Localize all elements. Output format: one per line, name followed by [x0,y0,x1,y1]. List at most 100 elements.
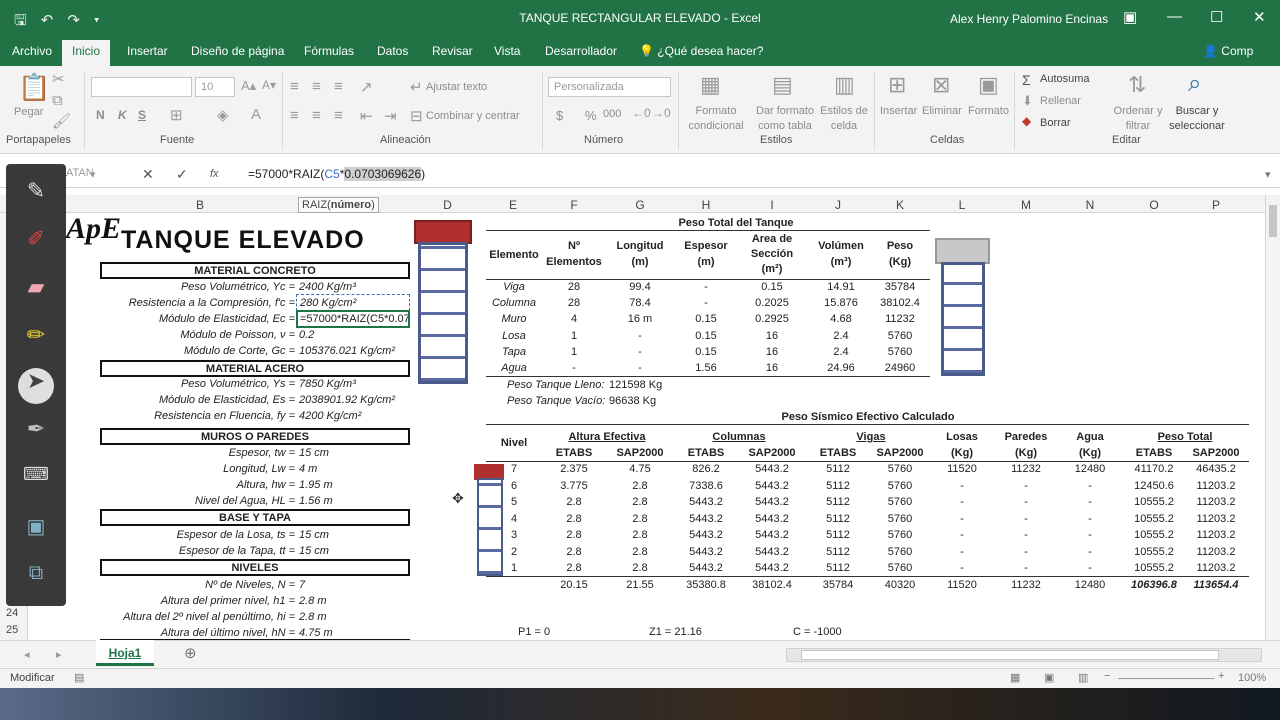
align-middle-icon[interactable]: ≡ [312,78,321,95]
sismico-cell[interactable]: 5112 [805,513,871,525]
sismico-cell[interactable]: 5760 [871,496,929,508]
section-concreto[interactable]: MATERIAL CONCRETO [100,262,410,279]
sort-filter-label-1[interactable]: Ordenar y [1110,105,1166,117]
font-size-combo[interactable]: 10 [195,77,235,97]
sismico-cell[interactable]: 41170.2 [1123,463,1185,475]
tab-formulas[interactable]: Fórmulas [304,44,354,58]
cancel-icon[interactable]: ✕ [142,166,154,183]
sismico-cell[interactable]: 5443.2 [673,529,739,541]
peso-total-cell[interactable]: 24960 [871,362,929,374]
find-select-label-2[interactable]: seleccionar [1166,120,1228,132]
capture-icon[interactable]: ⧉ [16,562,56,596]
sismico-cell[interactable]: 5443.2 [673,513,739,525]
font-name-combo[interactable] [91,77,192,97]
laser-pen-icon[interactable]: ✒ [16,416,56,450]
sismico-cell[interactable]: 5443.2 [739,562,805,574]
peso-total-cell[interactable]: 1.56 [673,362,739,374]
sismico-cell[interactable]: 5443.2 [673,496,739,508]
section-muros[interactable]: MUROS O PAREDES [100,428,410,445]
formula-input[interactable]: =57000*RAIZ(C5*0.0703069626) [248,167,425,181]
sismico-cell[interactable]: 46435.2 [1185,463,1247,475]
sismico-cell[interactable]: 10555.2 [1123,546,1185,558]
sismico-cell[interactable]: 10555.2 [1123,513,1185,525]
sismico-cell[interactable]: 5443.2 [739,496,805,508]
peso-total-cell[interactable]: 11232 [871,313,929,325]
param-value[interactable]: 4200 Kg/cm² [299,410,361,422]
peso-total-cell[interactable]: 24.96 [805,362,877,374]
format-cells-label[interactable]: Formato [968,105,1009,117]
sismico-cell[interactable]: 5443.2 [739,480,805,492]
c-label[interactable]: C = -1000 [793,626,842,638]
number-format-combo[interactable]: Personalizada [548,77,671,97]
sismico-cell[interactable]: 2.375 [541,463,607,475]
sismico-cell[interactable]: 11232 [995,463,1057,475]
elemento-cell[interactable]: Losa [486,330,542,342]
section-base[interactable]: BASE Y TAPA [100,509,410,526]
total-cell[interactable]: 21.55 [607,579,673,591]
font-color-icon[interactable]: A [251,106,261,123]
red-pen-icon[interactable]: ✐ [16,226,56,260]
tab-diseno-pagina[interactable]: Diseño de página [191,44,284,58]
sismico-cell[interactable]: 5112 [805,546,871,558]
sismico-cell[interactable]: 5760 [871,562,929,574]
paste-icon[interactable]: 📋 [18,72,50,103]
z1-label[interactable]: Z1 = 21.16 [649,626,702,638]
orientation-icon[interactable]: ↗ [360,78,373,96]
nivel-cell[interactable]: 6 [486,480,542,492]
currency-button[interactable]: $ [556,108,563,123]
tab-revisar[interactable]: Revisar [432,44,473,58]
column-header-l[interactable]: L [929,198,995,212]
sismico-cell[interactable]: 5443.2 [739,513,805,525]
active-cell-editor[interactable]: =57000*RAIZ(C5*0.07 [296,310,410,328]
user-name[interactable]: Alex Henry Palomino Encinas [950,12,1108,26]
sismico-cell[interactable]: - [995,562,1057,574]
param-value[interactable]: 4 m [299,463,317,475]
autosum-icon[interactable]: Σ [1022,72,1031,88]
fill-label[interactable]: Rellenar [1040,95,1081,107]
horizontal-scroll-thumb[interactable] [801,650,1219,660]
total-cell[interactable]: 20.15 [541,579,607,591]
peso-total-cell[interactable]: 0.2925 [739,313,805,325]
pointer-icon[interactable]: ➤ [18,368,54,404]
name-box-dropdown-icon[interactable]: ▾ [90,168,96,181]
sismico-cell[interactable]: 3.775 [541,480,607,492]
peso-total-cell[interactable]: - [541,362,607,374]
nivel-cell[interactable]: 7 [486,463,542,475]
sismico-cell[interactable]: - [1057,546,1123,558]
sismico-cell[interactable]: 2.8 [607,529,673,541]
tell-me-search[interactable]: 💡 ¿Qué desea hacer? [639,44,763,58]
sismico-cell[interactable]: 5443.2 [673,562,739,574]
merge-center-label[interactable]: Combinar y centrar [426,110,520,122]
peso-total-cell[interactable]: 2.4 [805,346,877,358]
peso-total-cell[interactable]: - [607,362,673,374]
param-value[interactable]: 105376.021 Kg/cm² [299,345,395,357]
sismico-cell[interactable]: - [929,562,995,574]
tab-vista[interactable]: Vista [494,44,520,58]
nivel-cell[interactable]: 5 [486,496,542,508]
total-cell[interactable]: 35380.8 [673,579,739,591]
peso-total-cell[interactable]: 35784 [871,281,929,293]
sismico-cell[interactable]: 11520 [929,463,995,475]
elemento-cell[interactable]: Columna [486,297,542,309]
sismico-cell[interactable]: - [929,480,995,492]
sismico-cell[interactable]: 11203.2 [1185,562,1247,574]
tab-insertar[interactable]: Insertar [127,44,168,58]
lleno-value[interactable]: 121598 Kg [609,379,662,391]
cell-styles-label-1[interactable]: Estilos de [818,105,870,117]
nivel-cell[interactable]: 4 [486,513,542,525]
column-header-g[interactable]: G [607,198,673,212]
sismico-cell[interactable]: 2.8 [607,496,673,508]
cell-styles-icon[interactable]: ▥ [834,72,855,98]
column-header-j[interactable]: J [805,198,871,212]
total-cell[interactable]: 35784 [805,579,871,591]
section-niveles[interactable]: NIVELES [100,559,410,576]
peso-total-cell[interactable]: 16 m [607,313,673,325]
notepad-icon[interactable]: ✎ [16,178,56,212]
param-value[interactable]: 1.56 m [299,495,333,507]
param-value[interactable]: 2.8 m [299,595,327,607]
peso-total-cell[interactable]: - [607,346,673,358]
sismico-cell[interactable]: 5760 [871,513,929,525]
sismico-cell[interactable]: 12450.6 [1123,480,1185,492]
sismico-cell[interactable]: 11203.2 [1185,496,1247,508]
sismico-cell[interactable]: - [995,496,1057,508]
